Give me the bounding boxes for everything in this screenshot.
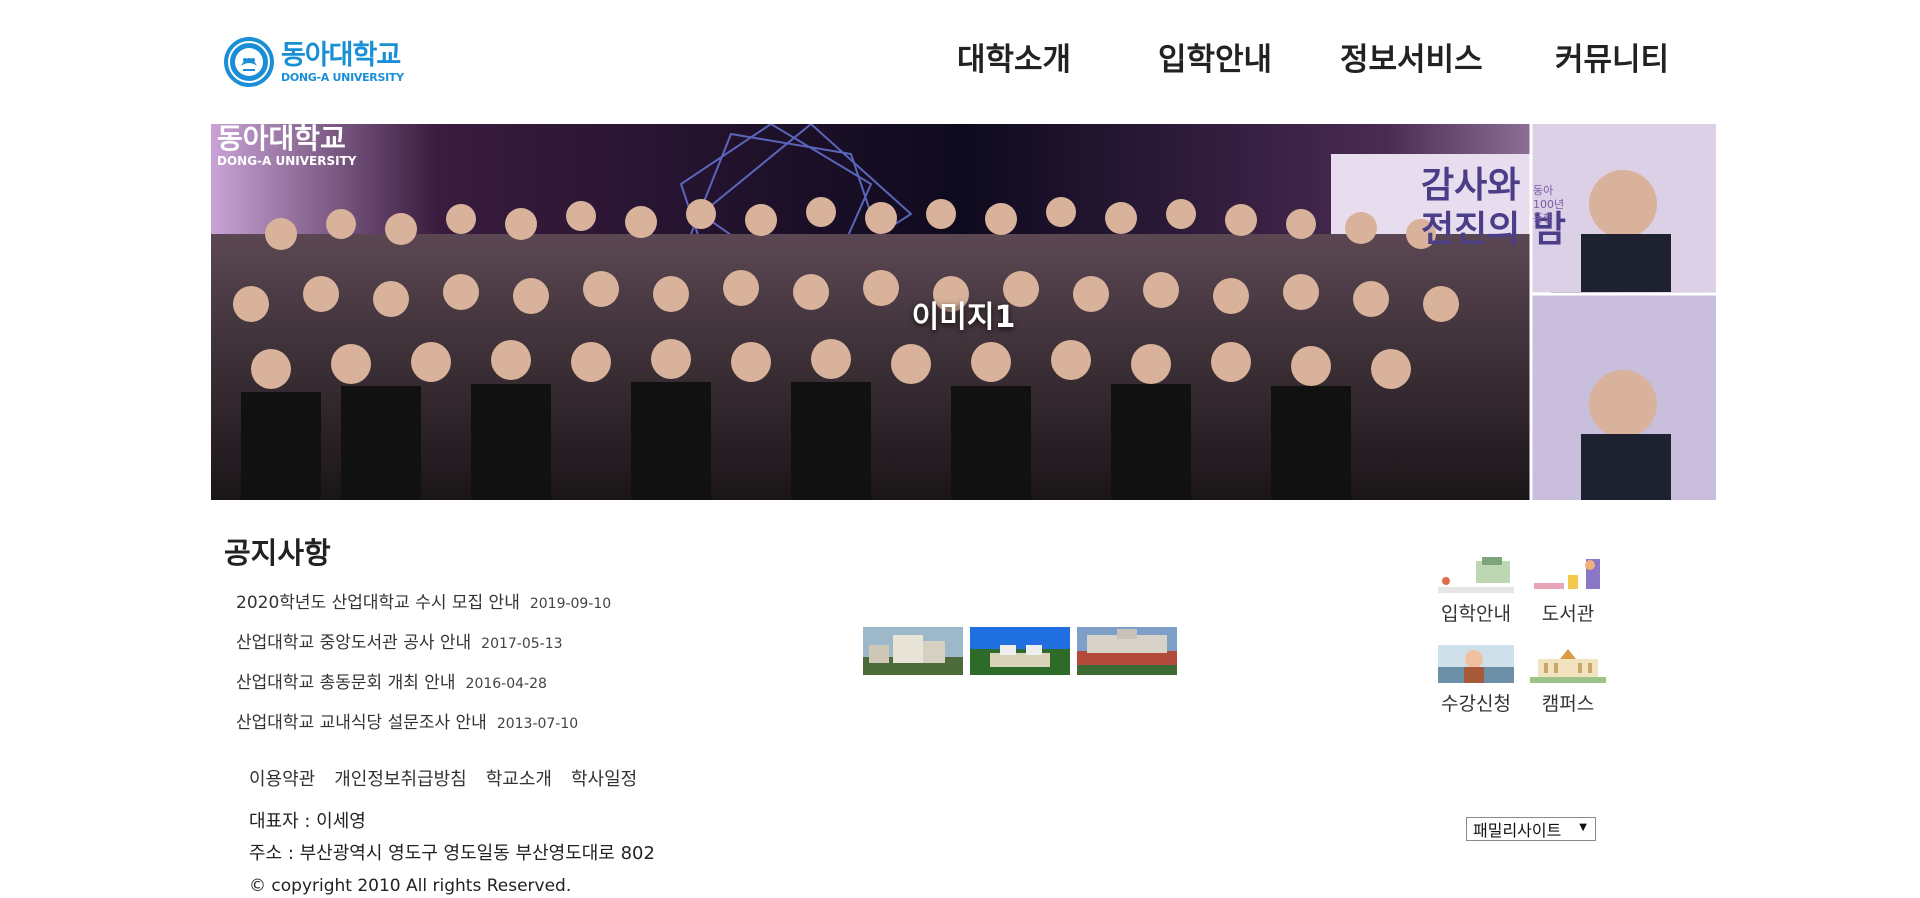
quick-link-label: 캠퍼스 bbox=[1541, 693, 1595, 715]
nav-about[interactable]: 대학소개 bbox=[957, 34, 1071, 79]
notice-item[interactable]: 2020학년도 산업대학교 수시 모집 안내 2019-09-10 bbox=[236, 588, 611, 628]
logo-english-name: DONG-A UNIVERSITY bbox=[281, 70, 404, 84]
banner-photo-logo-english: DONG-A UNIVERSITY bbox=[217, 154, 357, 168]
campus-thumbnails bbox=[863, 627, 1177, 675]
notice-item-title: 산업대학교 교내식당 설문조사 안내 bbox=[236, 713, 487, 733]
notice-list: 2020학년도 산업대학교 수시 모집 안내 2019-09-10 산업대학교 중… bbox=[236, 588, 611, 748]
campus-thumbnail[interactable] bbox=[970, 627, 1070, 675]
library-icon bbox=[1530, 555, 1606, 593]
footer-link-privacy[interactable]: 개인정보취급방침 bbox=[334, 765, 466, 791]
footer-link-academic-calendar[interactable]: 학사일정 bbox=[571, 765, 637, 791]
dropdown-arrow-icon: ▼ bbox=[1579, 822, 1587, 833]
notice-item-title: 산업대학교 중앙도서관 공사 안내 bbox=[236, 633, 472, 653]
nav-community[interactable]: 커뮤니티 bbox=[1555, 34, 1669, 79]
banner-photo-logo: 동아대학교 DONG-A UNIVERSITY bbox=[217, 124, 356, 168]
quick-link-campus[interactable]: 캠퍼스 bbox=[1528, 645, 1608, 716]
notice-item-date: 2017-05-13 bbox=[481, 636, 563, 652]
notice-item-date: 2019-09-10 bbox=[529, 596, 612, 612]
campus-thumbnail[interactable] bbox=[863, 627, 963, 675]
notice-item-title: 2020학년도 산업대학교 수시 모집 안내 bbox=[236, 593, 520, 613]
banner-photo-sign-small: 동아 100년 동행 bbox=[1533, 184, 1565, 225]
nav-admission[interactable]: 입학안내 bbox=[1158, 34, 1272, 79]
notice-item[interactable]: 산업대학교 교내식당 설문조사 안내 2013-07-10 bbox=[236, 708, 611, 748]
campus-aerial-image bbox=[970, 627, 1070, 675]
campus-plaza-image bbox=[1077, 627, 1177, 675]
emblem-icon bbox=[224, 37, 274, 87]
notice-title: 공지사항 bbox=[224, 536, 331, 570]
footer-copyright: © copyright 2010 All rights Reserved. bbox=[249, 876, 572, 896]
quick-link-label: 도서관 bbox=[1541, 603, 1595, 625]
logo-korean-name: 동아대학교 bbox=[281, 39, 401, 71]
family-site-selected: 패밀리사이트 bbox=[1473, 821, 1562, 840]
quick-link-admission[interactable]: 입학안내 bbox=[1436, 555, 1516, 626]
notice-item-date: 2013-07-10 bbox=[496, 716, 579, 732]
notice-item-date: 2016-04-28 bbox=[465, 676, 547, 692]
quick-link-label: 입학안내 bbox=[1441, 603, 1511, 625]
footer-links: 이용약관 개인정보취급방침 학교소개 학사일정 bbox=[249, 765, 637, 791]
quick-link-label: 수강신청 bbox=[1441, 693, 1511, 715]
campus-thumbnail[interactable] bbox=[1077, 627, 1177, 675]
notice-item[interactable]: 산업대학교 총동문회 개최 안내 2016-04-28 bbox=[236, 668, 611, 708]
footer-link-terms[interactable]: 이용약관 bbox=[249, 765, 315, 791]
footer-link-school-intro[interactable]: 학교소개 bbox=[486, 765, 552, 791]
nav-info-service[interactable]: 정보서비스 bbox=[1340, 34, 1483, 79]
campus-building-image bbox=[863, 627, 963, 675]
admission-icon bbox=[1438, 555, 1514, 593]
site-header: 동아대학교 DONG-A UNIVERSITY 대학소개 입학안내 정보서비스 … bbox=[0, 0, 1920, 124]
university-logo[interactable]: 동아대학교 DONG-A UNIVERSITY bbox=[223, 36, 404, 88]
footer-representative: 대표자 : 이세영 bbox=[249, 811, 366, 832]
footer-info: 대표자 : 이세영 주소 : 부산광역시 영도구 영도일동 부산영도대로 802… bbox=[249, 806, 655, 898]
campus-icon bbox=[1530, 645, 1606, 683]
footer-address: 주소 : 부산광역시 영도구 영도일동 부산영도대로 802 bbox=[249, 843, 655, 864]
banner-caption: 이미지1 bbox=[911, 300, 1016, 335]
family-site-select[interactable]: 패밀리사이트 ▼ bbox=[1466, 817, 1596, 841]
banner-photo-logo-korean: 동아대학교 bbox=[217, 124, 346, 155]
quick-link-course-registration[interactable]: 수강신청 bbox=[1436, 645, 1516, 716]
main-banner[interactable]: 동아대학교 DONG-A UNIVERSITY 감사와 전진의 밤 동아 100… bbox=[211, 124, 1716, 500]
course-registration-icon bbox=[1438, 645, 1514, 683]
quick-link-library[interactable]: 도서관 bbox=[1528, 555, 1608, 626]
notice-item[interactable]: 산업대학교 중앙도서관 공사 안내 2017-05-13 bbox=[236, 628, 611, 668]
notice-item-title: 산업대학교 총동문회 개최 안내 bbox=[236, 673, 456, 693]
